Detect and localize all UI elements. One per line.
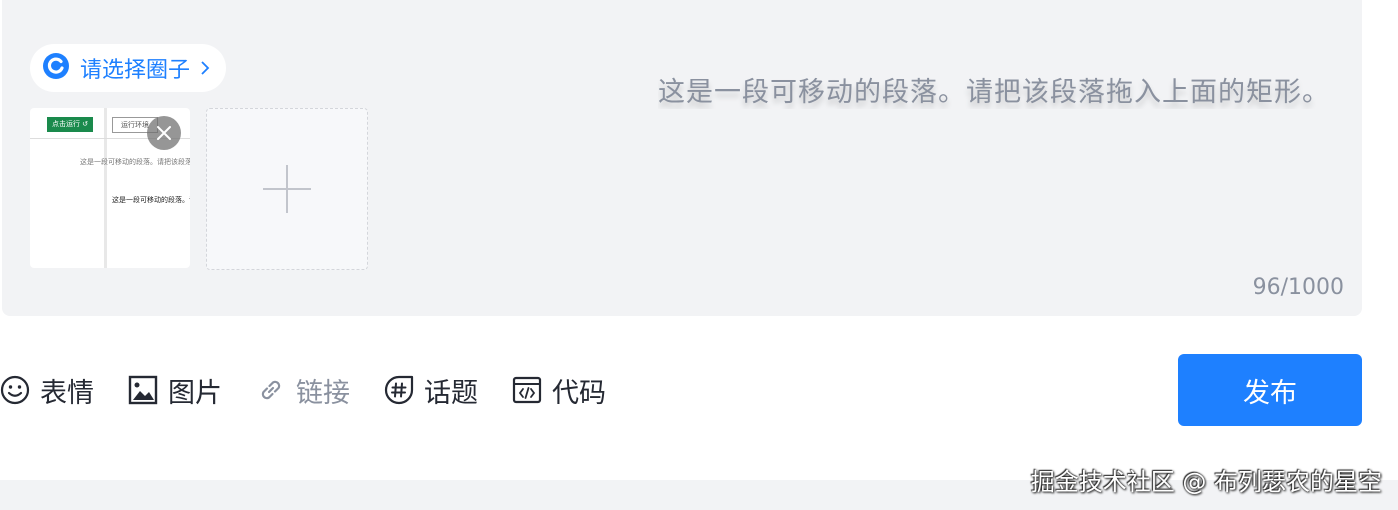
image-label: 图片 (168, 377, 222, 409)
code-button[interactable]: 代码 (512, 371, 606, 410)
image-button[interactable]: 图片 (128, 371, 222, 410)
close-icon (157, 126, 171, 140)
draggable-paragraph[interactable]: 这是一段可移动的段落。请把该段落拖入上面的矩形。 (658, 70, 1362, 109)
link-icon (261, 380, 281, 400)
emoji-button[interactable]: 表情 (0, 371, 94, 410)
image-thumbnail[interactable]: 点击运行 ↺ 运行环境 这是一段可移动的段落。请把该段落 这是一段可移动的段落。… (30, 108, 190, 268)
emoji-label: 表情 (40, 377, 94, 409)
publish-button[interactable]: 发布 (1178, 354, 1362, 426)
editor-toolbar: 表情 图片 链接 话题 代码 (0, 364, 640, 416)
thumbnail-text-line: 这是一段可移动的段落。请把该段落 (80, 158, 190, 166)
link-button[interactable]: 链接 (256, 371, 350, 410)
hashtag-icon (384, 375, 414, 405)
plus-icon (263, 165, 311, 213)
watermark-text: 掘金技术社区 @ 布列瑟农的星空 (1030, 468, 1382, 496)
char-count: 96/1000 (1252, 275, 1344, 300)
code-label: 代码 (552, 377, 606, 409)
thumbnail-run-button: 点击运行 ↺ (47, 117, 93, 132)
code-icon (512, 376, 542, 404)
circle-logo-icon (42, 52, 70, 84)
comment-editor[interactable]: 请选择圈子 这是一段可移动的段落。请把该段落拖入上面的矩形。 点击运行 ↺ 运行… (2, 0, 1362, 316)
image-icon (128, 375, 158, 405)
topic-label: 话题 (424, 377, 478, 409)
chevron-right-icon (200, 60, 210, 76)
link-label: 链接 (296, 377, 350, 409)
smiley-icon (0, 375, 30, 405)
circle-selector-button[interactable]: 请选择圈子 (30, 44, 227, 92)
remove-image-button[interactable] (147, 116, 181, 150)
circle-selector-label: 请选择圈子 (80, 58, 191, 83)
topic-button[interactable]: 话题 (384, 371, 478, 410)
thumbnail-text-line: 这是一段可移动的段落。请 (112, 196, 190, 204)
thumbnail-divider (104, 108, 107, 268)
add-image-button[interactable] (206, 108, 368, 270)
